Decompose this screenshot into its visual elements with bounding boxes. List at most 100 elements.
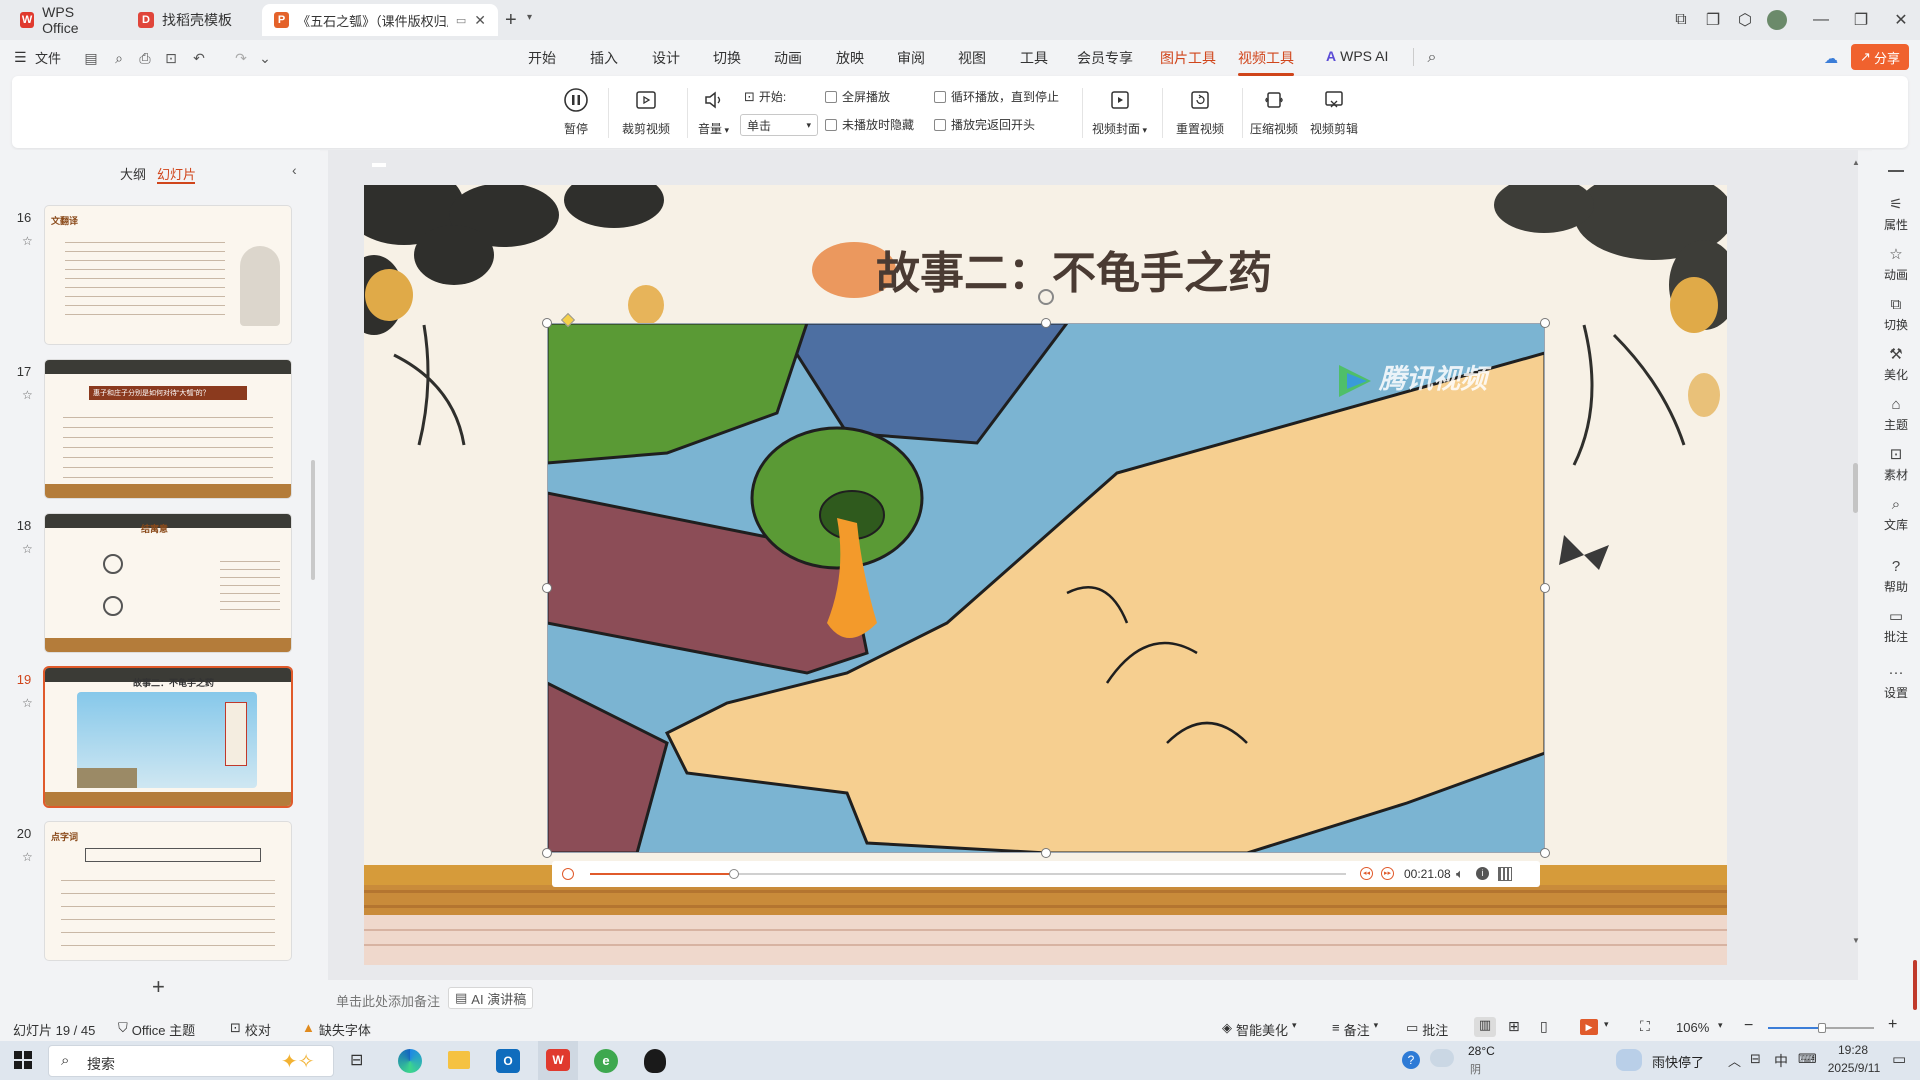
- sidebar-item-materials[interactable]: ⊡ 素材: [1872, 444, 1920, 483]
- menu-wps-ai[interactable]: A WPS AI: [1326, 48, 1388, 64]
- menu-tools[interactable]: 工具: [1020, 48, 1048, 68]
- clock-time[interactable]: 19:28: [1830, 1043, 1876, 1057]
- slide-count[interactable]: 幻灯片 19 / 45: [13, 1020, 95, 1039]
- slide-thumbnail-16[interactable]: 文翻译: [45, 206, 291, 344]
- chevron-down-icon[interactable]: ▾: [1604, 1019, 1609, 1030]
- loop-checkbox[interactable]: 循环播放，直到停止: [934, 88, 1059, 105]
- resize-handle[interactable]: [1041, 318, 1051, 328]
- scroll-down-icon[interactable]: ▼: [1852, 936, 1860, 945]
- sidebar-item-library[interactable]: ⌕ 文库: [1872, 494, 1920, 533]
- ai-speech-button[interactable]: ▤ AI 演讲稿: [448, 987, 534, 1009]
- slide-thumbnail-17[interactable]: 惠子和庄子分别是如何对待“大瓠”的？: [45, 360, 291, 498]
- tray-chevron-up-icon[interactable]: ︿: [1728, 1051, 1741, 1070]
- star-icon[interactable]: ☆: [22, 850, 33, 864]
- sidebar-item-transition[interactable]: ⧉ 切换: [1872, 294, 1920, 333]
- panel-scrollbar[interactable]: [311, 460, 315, 580]
- resize-handle[interactable]: [1540, 583, 1550, 593]
- cube-icon[interactable]: ⬡: [1730, 8, 1760, 32]
- sidebar-item-beautify[interactable]: ⚒ 美化: [1872, 344, 1920, 383]
- menu-insert[interactable]: 插入: [590, 48, 618, 68]
- notes-toggle-button[interactable]: ≡ 备注 ▾: [1332, 1020, 1378, 1039]
- notes-placeholder[interactable]: 单击此处添加备注: [336, 991, 440, 1010]
- menu-home[interactable]: 开始: [528, 48, 556, 68]
- window-mode-icon[interactable]: ❐: [1698, 8, 1728, 32]
- slideshow-play-icon[interactable]: ▶: [1580, 1019, 1598, 1035]
- resize-handle[interactable]: [542, 583, 552, 593]
- menu-review[interactable]: 审阅: [897, 48, 925, 68]
- weather-notify[interactable]: 雨快停了: [1652, 1052, 1704, 1071]
- zoom-in-icon[interactable]: +: [1888, 1016, 1897, 1034]
- pause-button[interactable]: 暂停: [562, 86, 590, 137]
- zoom-slider[interactable]: [1768, 1023, 1874, 1033]
- minimize-icon[interactable]: —: [1806, 8, 1836, 32]
- resize-handle[interactable]: [542, 318, 552, 328]
- ime-indicator[interactable]: 中: [1774, 1051, 1788, 1071]
- menu-member[interactable]: 会员专享: [1077, 48, 1133, 68]
- collapse-icon[interactable]: [1888, 170, 1904, 172]
- compress-video-button[interactable]: 压缩视频: [1250, 86, 1298, 137]
- sidebar-item-help[interactable]: ? 帮助: [1872, 556, 1920, 595]
- fit-window-icon[interactable]: ⛶: [1640, 1018, 1650, 1035]
- clock-date[interactable]: 2025/9/11: [1816, 1061, 1892, 1075]
- wps-taskbar-active[interactable]: W: [538, 1041, 578, 1080]
- menu-video-tools[interactable]: 视频工具: [1238, 48, 1294, 76]
- new-tab-button[interactable]: +: [505, 9, 517, 32]
- video-cover-button[interactable]: 视频封面 ▾: [1092, 86, 1147, 137]
- weather-temp[interactable]: 28°C: [1468, 1044, 1495, 1058]
- undo-icon[interactable]: ↶: [190, 49, 208, 67]
- avatar[interactable]: [1767, 10, 1787, 30]
- print-preview-icon[interactable]: ⊡: [162, 49, 180, 67]
- hamburger-icon[interactable]: ☰: [14, 49, 27, 66]
- sidebar-item-settings[interactable]: ··· 设置: [1872, 662, 1920, 701]
- notification-icon[interactable]: ▭: [1892, 1050, 1906, 1068]
- star-icon[interactable]: ☆: [22, 542, 33, 556]
- keyboard-icon[interactable]: ⌨: [1798, 1051, 1817, 1067]
- rewind-checkbox[interactable]: 播放完返回开头: [934, 116, 1035, 133]
- outlook-icon[interactable]: O: [496, 1049, 520, 1073]
- chevron-down-icon[interactable]: ▾: [1718, 1020, 1723, 1031]
- customize-chevron-icon[interactable]: ⌄: [256, 49, 274, 67]
- menu-picture-tools[interactable]: 图片工具: [1160, 48, 1216, 68]
- rotate-handle-icon[interactable]: [1038, 289, 1054, 305]
- resize-handle[interactable]: [1540, 318, 1550, 328]
- zoom-slider-knob[interactable]: [1818, 1023, 1826, 1033]
- menu-animation[interactable]: 动画: [774, 48, 802, 68]
- zoom-out-icon[interactable]: −: [1744, 1017, 1753, 1035]
- tab-slides[interactable]: 幻灯片: [157, 164, 196, 183]
- file-menu[interactable]: 文件: [35, 48, 61, 67]
- collapse-panel-icon[interactable]: ‹: [292, 162, 297, 178]
- share-button[interactable]: ↗ 分享: [1851, 44, 1909, 70]
- sidebar-item-animation[interactable]: ☆ 动画: [1872, 244, 1920, 283]
- slide-thumbnail-19[interactable]: 故事二：不龟手之药: [45, 668, 291, 806]
- screen-icon[interactable]: ▭: [456, 14, 466, 27]
- slide-19[interactable]: 故事二：不龟手之药 腾讯视频 ◂◂ ▸▸ 00:21.08 🔈︎ i: [364, 185, 1727, 965]
- star-icon[interactable]: ☆: [22, 388, 33, 402]
- menu-view[interactable]: 视图: [958, 48, 986, 68]
- windows-start-icon[interactable]: [14, 1051, 32, 1069]
- find-icon[interactable]: ⌕: [110, 49, 128, 67]
- scroll-thumb[interactable]: [1853, 463, 1858, 513]
- missing-font-button[interactable]: ▲ 缺失字体: [302, 1020, 371, 1039]
- star-icon[interactable]: ☆: [22, 234, 33, 248]
- fullscreen-checkbox[interactable]: 全屏播放: [825, 88, 890, 105]
- search-icon[interactable]: ⌕: [1423, 49, 1441, 67]
- redo-icon[interactable]: ↷: [232, 49, 250, 67]
- canvas-scrollbar[interactable]: ▲ ▼: [1852, 158, 1860, 968]
- start-select[interactable]: 单击 ▾: [740, 114, 818, 136]
- sidebar-item-theme[interactable]: ⌂ 主题: [1872, 394, 1920, 433]
- reading-view-icon[interactable]: ▯: [1540, 1018, 1548, 1035]
- trim-video-button[interactable]: 裁剪视频: [622, 86, 670, 137]
- tab-presentation[interactable]: P 《五石之瓠》（课件版权归屬 ▭ ✕: [262, 4, 498, 36]
- star-icon[interactable]: ☆: [22, 696, 33, 710]
- task-view-icon[interactable]: ⊟: [350, 1050, 363, 1070]
- sidebar-item-properties[interactable]: ⚟ 属性: [1872, 194, 1920, 233]
- cloud-upload-icon[interactable]: ☁: [1822, 49, 1840, 67]
- video-volume-icon[interactable]: 🔈︎: [1456, 866, 1464, 882]
- menu-transition[interactable]: 切换: [713, 48, 741, 68]
- edge-icon[interactable]: [398, 1049, 422, 1073]
- scroll-up-icon[interactable]: ▲: [1852, 158, 1860, 167]
- menu-design[interactable]: 设计: [652, 48, 680, 68]
- tab-outline[interactable]: 大纲: [120, 164, 146, 183]
- resize-handle[interactable]: [1540, 848, 1550, 858]
- smart-beautify-button[interactable]: ◈ 智能美化 ▾: [1222, 1020, 1297, 1039]
